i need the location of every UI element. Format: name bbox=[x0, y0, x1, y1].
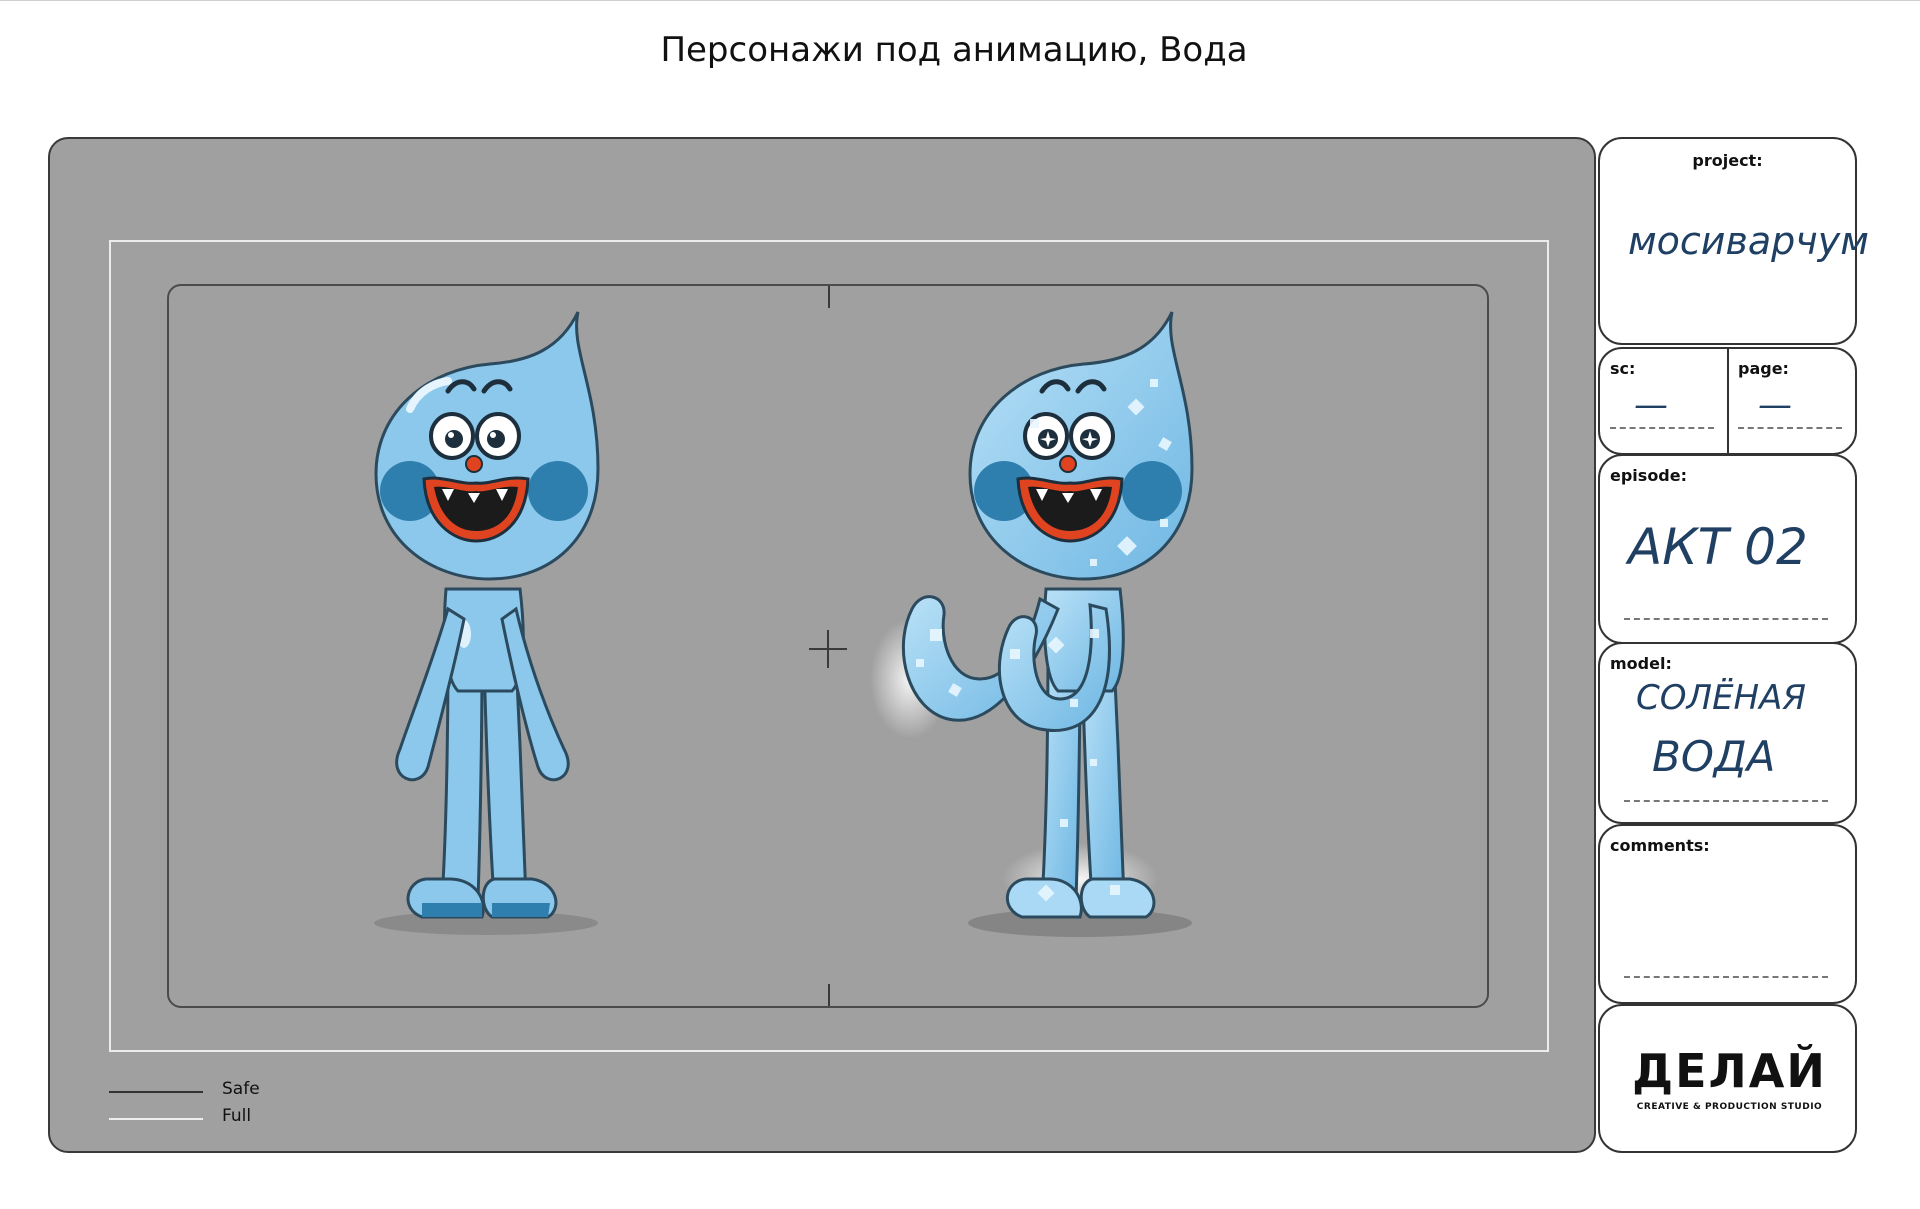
character-sparkly bbox=[870, 311, 1194, 937]
model-value-line1: СОЛЁНАЯ bbox=[1636, 678, 1806, 718]
production-sheet: project: мосиварчум sc: — page: — episod… bbox=[1598, 137, 1869, 1153]
page-label: page: bbox=[1738, 359, 1789, 378]
character-plain bbox=[374, 311, 600, 935]
sc-page-card: sc: — page: — bbox=[1598, 347, 1857, 455]
model-card: model: СОЛЁНАЯ ВОДА bbox=[1598, 642, 1857, 824]
model-value-line2: ВОДА bbox=[1652, 732, 1776, 781]
model-label: model: bbox=[1610, 654, 1672, 673]
project-label: project: bbox=[1692, 151, 1763, 170]
episode-card: episode: АКТ 02 bbox=[1598, 454, 1857, 644]
top-rule bbox=[0, 0, 1920, 1]
sc-page-divider bbox=[1727, 349, 1729, 453]
comments-label: comments: bbox=[1610, 836, 1710, 855]
legend-safe-label: Safe bbox=[222, 1079, 260, 1099]
sc-value: — bbox=[1634, 385, 1668, 425]
legend-full-line bbox=[109, 1118, 203, 1120]
episode-value: АКТ 02 bbox=[1628, 518, 1808, 576]
comments-dash bbox=[1624, 976, 1828, 978]
sc-label: sc: bbox=[1610, 359, 1636, 378]
episode-dash bbox=[1624, 618, 1828, 620]
legend-full-label: Full bbox=[222, 1106, 252, 1126]
studio-logo: ДЕЛАЙ bbox=[1632, 1044, 1827, 1098]
canvas-board: Safe Full bbox=[48, 137, 1596, 1153]
episode-label: episode: bbox=[1610, 466, 1688, 485]
studio-tagline: CREATIVE & PRODUCTION STUDIO bbox=[1636, 1102, 1823, 1112]
logo-card: ДЕЛАЙ CREATIVE & PRODUCTION STUDIO bbox=[1598, 1004, 1857, 1153]
comments-card: comments: bbox=[1598, 824, 1857, 1004]
page-dash bbox=[1738, 427, 1842, 429]
sc-dash bbox=[1610, 427, 1714, 429]
project-card: project: мосиварчум bbox=[1598, 137, 1869, 345]
characters-illustration bbox=[374, 311, 1194, 937]
project-value: мосиварчум bbox=[1628, 219, 1869, 263]
model-dash bbox=[1624, 800, 1828, 802]
page-value: — bbox=[1758, 385, 1792, 425]
page-title: Персонажи под анимацию, Вода bbox=[660, 30, 1248, 70]
legend-safe-line bbox=[109, 1091, 203, 1093]
